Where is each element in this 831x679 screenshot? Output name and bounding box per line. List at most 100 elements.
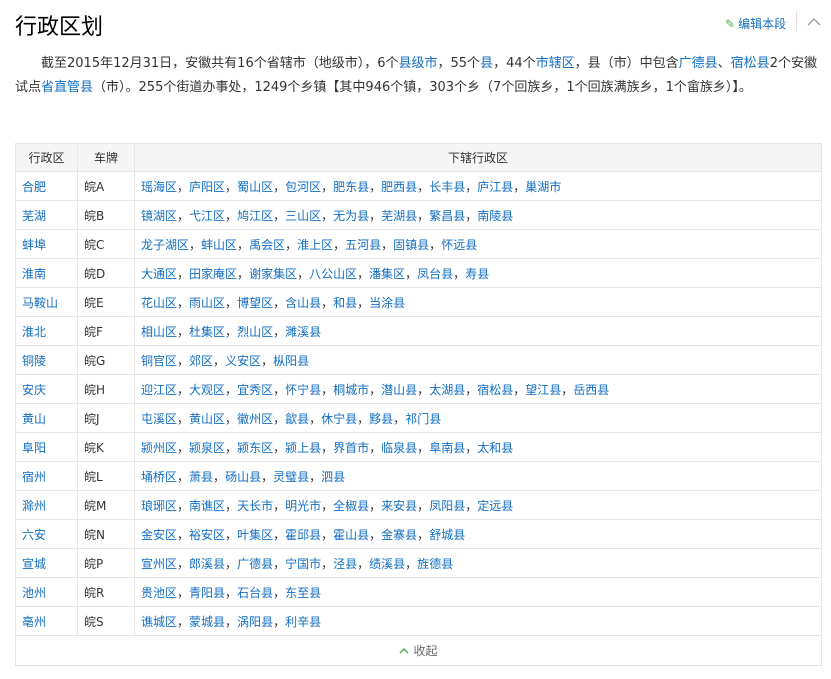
district-link[interactable]: 岳西县 [573,383,609,397]
district-link[interactable]: 蜀山区 [237,180,273,194]
district-link[interactable]: 涡阳县 [237,615,273,629]
district-link[interactable]: 天长市 [237,499,273,513]
collapse-table-button[interactable]: 收起 [15,636,822,666]
link-guangde-county[interactable]: 广德县 [679,56,718,71]
city-link[interactable]: 宿州 [15,461,78,491]
district-link[interactable]: 青阳县 [189,586,225,600]
city-link[interactable]: 黄山 [15,403,78,433]
district-link[interactable]: 贵池区 [141,586,177,600]
district-link[interactable]: 利辛县 [285,615,321,629]
city-link[interactable]: 芜湖 [15,200,78,230]
link-county-level-city[interactable]: 县级市 [398,56,437,71]
district-link[interactable]: 濉溪县 [285,325,321,339]
city-link[interactable]: 六安 [15,519,78,549]
district-link[interactable]: 凤阳县 [429,499,465,513]
district-link[interactable]: 黄山区 [189,412,225,426]
district-link[interactable]: 临泉县 [381,441,417,455]
district-link[interactable]: 休宁县 [321,412,357,426]
district-link[interactable]: 相山区 [141,325,177,339]
district-link[interactable]: 博望区 [237,296,273,310]
district-link[interactable]: 巢湖市 [525,180,561,194]
district-link[interactable]: 来安县 [381,499,417,513]
district-link[interactable]: 全椒县 [333,499,369,513]
district-link[interactable]: 潘集区 [369,267,405,281]
city-link[interactable]: 合肥 [15,171,78,201]
district-link[interactable]: 颍上县 [285,441,321,455]
district-link[interactable]: 金安区 [141,528,177,542]
district-link[interactable]: 鸠江区 [237,209,273,223]
district-link[interactable]: 歙县 [285,412,309,426]
district-link[interactable]: 郎溪县 [189,557,225,571]
district-link[interactable]: 东至县 [285,586,321,600]
district-link[interactable]: 界首市 [333,441,369,455]
district-link[interactable]: 肥西县 [381,180,417,194]
city-link[interactable]: 滁州 [15,490,78,520]
district-link[interactable]: 凤台县 [417,267,453,281]
district-link[interactable]: 谯城区 [141,615,177,629]
district-link[interactable]: 肥东县 [333,180,369,194]
district-link[interactable]: 明光市 [285,499,321,513]
city-link[interactable]: 淮北 [15,316,78,346]
city-link[interactable]: 安庆 [15,374,78,404]
district-link[interactable]: 太湖县 [429,383,465,397]
district-link[interactable]: 裕安区 [189,528,225,542]
city-link[interactable]: 马鞍山 [15,287,78,317]
district-link[interactable]: 花山区 [141,296,177,310]
district-link[interactable]: 定远县 [477,499,513,513]
district-link[interactable]: 徽州区 [237,412,273,426]
district-link[interactable]: 三山区 [285,209,321,223]
district-link[interactable]: 龙子湖区 [141,238,189,252]
district-link[interactable]: 田家庵区 [189,267,237,281]
district-link[interactable]: 当涂县 [369,296,405,310]
district-link[interactable]: 和县 [333,296,357,310]
district-link[interactable]: 包河区 [285,180,321,194]
district-link[interactable]: 芜湖县 [381,209,417,223]
district-link[interactable]: 庐阳区 [189,180,225,194]
district-link[interactable]: 颍泉区 [189,441,225,455]
district-link[interactable]: 庐江县 [477,180,513,194]
district-link[interactable]: 琅琊区 [141,499,177,513]
district-link[interactable]: 砀山县 [225,470,261,484]
district-link[interactable]: 长丰县 [429,180,465,194]
district-link[interactable]: 埇桥区 [141,470,177,484]
district-link[interactable]: 八公山区 [309,267,357,281]
district-link[interactable]: 蒙城县 [189,615,225,629]
district-link[interactable]: 繁昌县 [429,209,465,223]
district-link[interactable]: 旌德县 [417,557,453,571]
district-link[interactable]: 大通区 [141,267,177,281]
district-link[interactable]: 太和县 [477,441,513,455]
district-link[interactable]: 枞阳县 [273,354,309,368]
district-link[interactable]: 宿松县 [477,383,513,397]
district-link[interactable]: 阜南县 [429,441,465,455]
district-link[interactable]: 舒城县 [429,528,465,542]
city-link[interactable]: 淮南 [15,258,78,288]
district-link[interactable]: 金寨县 [381,528,417,542]
district-link[interactable]: 雨山区 [189,296,225,310]
district-link[interactable]: 弋江区 [189,209,225,223]
district-link[interactable]: 寿县 [465,267,489,281]
district-link[interactable]: 烈山区 [237,325,273,339]
district-link[interactable]: 祁门县 [405,412,441,426]
collapse-section-button[interactable] [801,8,827,34]
district-link[interactable]: 泗县 [321,470,345,484]
district-link[interactable]: 谢家集区 [249,267,297,281]
link-province-direct-county[interactable]: 省直管县 [41,80,93,95]
district-link[interactable]: 石台县 [237,586,273,600]
link-county[interactable]: 县 [480,56,493,71]
district-link[interactable]: 绩溪县 [369,557,405,571]
district-link[interactable]: 义安区 [225,354,261,368]
city-link[interactable]: 亳州 [15,606,78,636]
district-link[interactable]: 固镇县 [393,238,429,252]
district-link[interactable]: 郊区 [189,354,213,368]
district-link[interactable]: 禹会区 [249,238,285,252]
district-link[interactable]: 宣州区 [141,557,177,571]
district-link[interactable]: 灵璧县 [273,470,309,484]
district-link[interactable]: 广德县 [237,557,273,571]
district-link[interactable]: 宜秀区 [237,383,273,397]
link-municipal-district[interactable]: 市辖区 [536,56,575,71]
district-link[interactable]: 五河县 [345,238,381,252]
edit-section-link[interactable]: ✎ 编辑本段 [725,15,786,32]
district-link[interactable]: 铜官区 [141,354,177,368]
district-link[interactable]: 望江县 [525,383,561,397]
district-link[interactable]: 霍邱县 [285,528,321,542]
